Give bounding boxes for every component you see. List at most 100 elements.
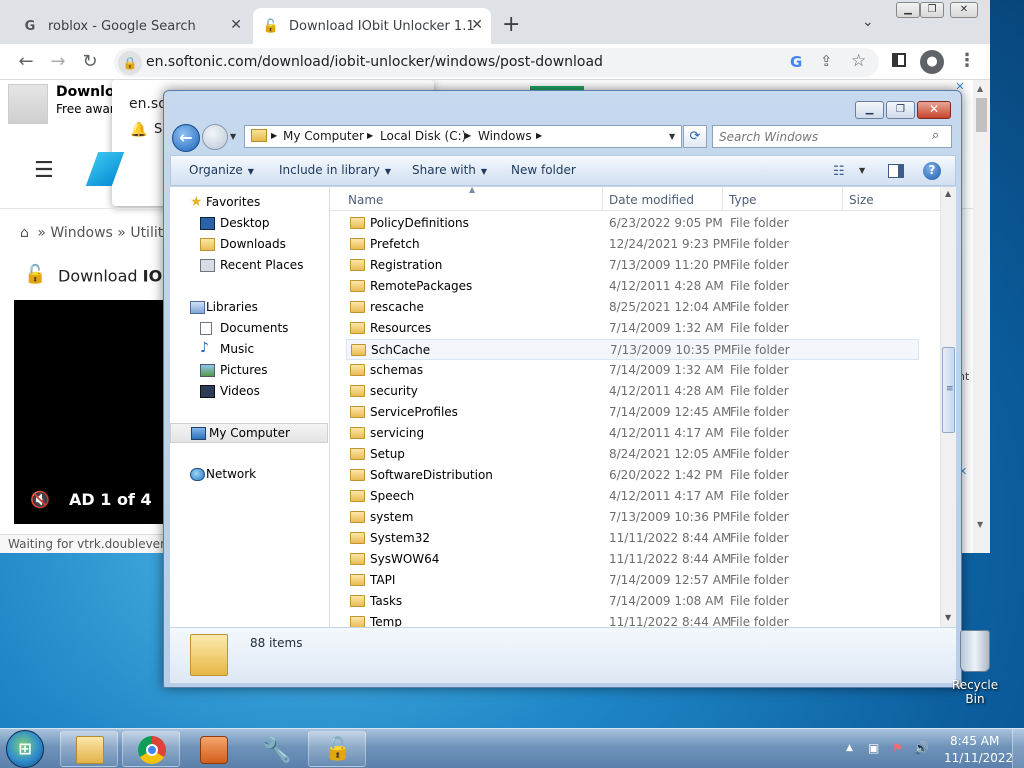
nav-recent-places[interactable]: Recent Places	[170, 256, 328, 276]
tab-roblox-search[interactable]: G roblox - Google Search ✕	[12, 8, 250, 44]
network-tray-icon[interactable]: ▣	[868, 741, 882, 755]
explorer-search-box[interactable]: ⌕	[712, 125, 952, 148]
explorer-minimize-button[interactable]: ▁	[855, 101, 884, 119]
clock-date[interactable]: 11/11/2022	[944, 751, 1013, 765]
taskbar-iobit-unlocker[interactable]: 🔓	[308, 731, 366, 767]
table-row[interactable]: schemas 7/14/2009 1:32 AM File folder	[346, 360, 919, 381]
table-row[interactable]: ServiceProfiles 7/14/2009 12:45 AM File fo…	[346, 402, 919, 423]
file-list-scrollbar[interactable]: ▲ ≡ ▼	[940, 187, 956, 627]
table-row[interactable]: Prefetch 12/24/2021 9:23 PM File folder	[346, 234, 919, 255]
explorer-address-bar[interactable]: ▶ My Computer ▶ Local Disk (C:) ▶ Window…	[244, 125, 682, 148]
chevron-right-icon[interactable]: ▶	[367, 131, 373, 140]
home-icon[interactable]: ⌂	[20, 225, 29, 241]
minimize-button[interactable]: ▁	[896, 2, 920, 18]
address-bar[interactable]: 🔒 en.softonic.com/download/iobit-unlocke…	[114, 48, 879, 77]
search-icon[interactable]: ⌕	[932, 128, 939, 143]
include-in-library-button[interactable]: Include in library ▼	[279, 163, 391, 177]
scroll-down-arrow-icon[interactable]: ▼	[945, 613, 951, 622]
column-separator[interactable]	[722, 187, 723, 211]
table-row[interactable]: TAPI 7/14/2009 12:57 AM File folder	[346, 570, 919, 591]
nav-videos[interactable]: Videos	[170, 382, 328, 402]
table-row[interactable]: Temp 11/11/2022 8:44 AM File folder	[346, 612, 919, 627]
search-input[interactable]	[713, 126, 928, 147]
address-segment-local-disk[interactable]: Local Disk (C:)	[380, 129, 466, 143]
chevron-down-icon[interactable]: ▼	[859, 166, 865, 175]
tab-search-chevron-icon[interactable]: ⌄	[862, 14, 874, 30]
show-desktop-button[interactable]	[1012, 729, 1024, 768]
table-row[interactable]: servicing 4/12/2011 4:17 AM File folder	[346, 423, 919, 444]
nav-downloads[interactable]: Downloads	[170, 235, 328, 255]
table-row[interactable]: PolicyDefinitions 6/23/2022 9:05 PM File f…	[346, 213, 919, 234]
table-row[interactable]: Registration 7/13/2009 11:20 PM File folde…	[346, 255, 919, 276]
share-icon[interactable]: ⇪	[820, 52, 833, 70]
column-date-modified[interactable]: Date modified	[609, 193, 694, 207]
taskbar-tools[interactable]: 🔧	[246, 731, 304, 767]
breadcrumb-text[interactable]: » Windows » Utilitie	[37, 225, 175, 241]
chevron-right-icon[interactable]: ▶	[271, 131, 277, 140]
column-separator[interactable]	[602, 187, 603, 211]
lock-icon[interactable]: 🔒	[118, 51, 142, 75]
bookmark-star-icon[interactable]: ☆	[851, 51, 866, 71]
table-row[interactable]: Resources 7/14/2009 1:32 AM File folder	[346, 318, 919, 339]
table-row[interactable]: rescache 8/25/2021 12:04 AM File folder	[346, 297, 919, 318]
nav-documents[interactable]: Documents	[170, 319, 328, 339]
nav-desktop[interactable]: Desktop	[170, 214, 328, 234]
address-history-chevron-icon[interactable]: ▼	[669, 132, 675, 141]
page-scrollbar[interactable]: ▲ ▼	[973, 80, 990, 553]
hamburger-menu-icon[interactable]: ☰	[34, 158, 54, 183]
table-row[interactable]: security 4/12/2011 4:28 AM File folder	[346, 381, 919, 402]
nav-favorites[interactable]: ★ Favorites	[170, 193, 328, 213]
table-row[interactable]: SoftwareDistribution 6/20/2022 1:42 PM Fil…	[346, 465, 919, 486]
forward-arrow-icon[interactable]	[202, 124, 228, 150]
scroll-thumb[interactable]	[976, 98, 987, 132]
action-center-flag-icon[interactable]: ⚑	[892, 741, 906, 755]
url-text[interactable]: en.softonic.com/download/iobit-unlocker/…	[146, 54, 603, 70]
maximize-button[interactable]: ❐	[920, 2, 944, 18]
close-tab-icon[interactable]: ✕	[230, 17, 242, 33]
start-button[interactable]: ⊞	[6, 730, 44, 768]
close-tab-icon[interactable]: ✕	[471, 17, 483, 33]
address-segment-my-computer[interactable]: My Computer	[283, 129, 364, 143]
new-folder-button[interactable]: New folder	[511, 163, 576, 177]
side-panel-icon[interactable]	[892, 53, 906, 67]
table-row[interactable]: SysWOW64 11/11/2022 8:44 AM File folder	[346, 549, 919, 570]
table-row[interactable]: System32 11/11/2022 8:44 AM File folder	[346, 528, 919, 549]
nav-pictures[interactable]: Pictures	[170, 361, 328, 381]
column-separator[interactable]	[842, 187, 843, 211]
column-size[interactable]: Size	[849, 193, 874, 207]
help-icon[interactable]: ?	[923, 162, 941, 180]
table-row[interactable]: system 7/13/2009 10:36 PM File folder	[346, 507, 919, 528]
taskbar-media-player[interactable]	[184, 731, 242, 767]
taskbar-chrome[interactable]	[122, 731, 180, 767]
nav-libraries[interactable]: Libraries	[170, 298, 328, 318]
profile-avatar-icon[interactable]: ●	[920, 50, 944, 74]
table-row[interactable]: Tasks 7/14/2009 1:08 AM File folder	[346, 591, 919, 612]
show-hidden-icons-icon[interactable]: ▲	[846, 743, 853, 753]
forward-arrow-icon[interactable]: →	[46, 50, 70, 74]
recent-pages-chevron-icon[interactable]: ▼	[230, 132, 236, 141]
chevron-right-icon[interactable]: ▶	[465, 131, 471, 140]
nav-my-computer[interactable]: My Computer	[170, 423, 328, 443]
address-segment-windows[interactable]: Windows	[478, 129, 532, 143]
breadcrumb[interactable]: ⌂ » Windows » Utilitie	[20, 225, 176, 241]
scroll-down-arrow-icon[interactable]: ▼	[977, 520, 983, 529]
column-type[interactable]: Type	[729, 193, 757, 207]
kebab-menu-icon[interactable]: ⋮	[958, 50, 976, 71]
nav-music[interactable]: ♪ Music	[170, 340, 328, 360]
close-button[interactable]: ✕	[950, 2, 978, 18]
taskbar-explorer[interactable]	[60, 731, 118, 767]
scroll-up-arrow-icon[interactable]: ▲	[945, 189, 951, 198]
table-row[interactable]: Speech 4/12/2011 4:17 AM File folder	[346, 486, 919, 507]
reload-icon[interactable]: ↻	[78, 50, 102, 74]
google-lens-icon[interactable]: G	[790, 53, 802, 71]
explorer-close-button[interactable]: ✕	[917, 101, 951, 119]
scroll-up-arrow-icon[interactable]: ▲	[977, 84, 983, 93]
back-arrow-icon[interactable]: ←	[14, 50, 38, 74]
organize-button[interactable]: Organize ▼	[189, 163, 254, 177]
mute-icon[interactable]: 🔇	[30, 490, 50, 509]
view-options-icon[interactable]: ☷	[833, 164, 845, 179]
refresh-icon[interactable]: ⟳	[683, 125, 707, 148]
clock-time[interactable]: 8:45 AM	[950, 734, 999, 748]
video-ad[interactable]: 🔇 AD 1 of 4	[14, 300, 174, 524]
recycle-bin[interactable]: Recycle Bin	[944, 630, 1006, 706]
